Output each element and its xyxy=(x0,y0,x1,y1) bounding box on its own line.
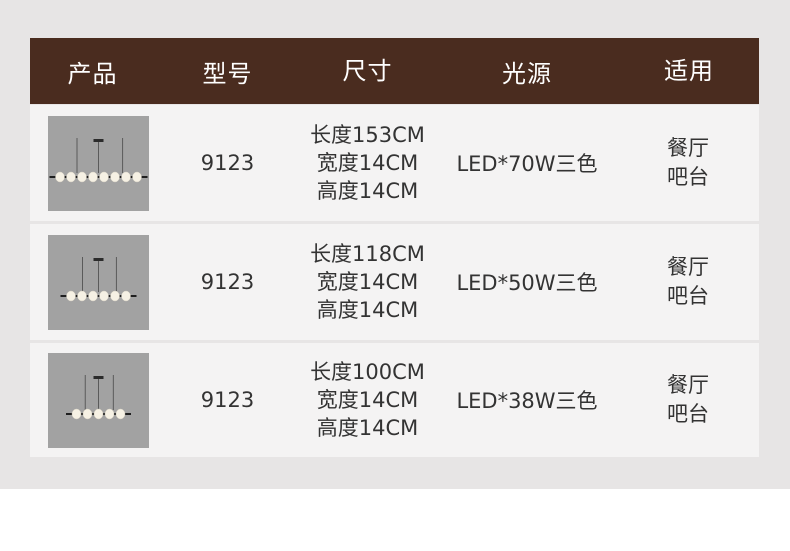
length-value: 长度153CM xyxy=(310,123,425,147)
model-cell: 9123 xyxy=(200,151,255,175)
length-value: 长度100CM xyxy=(310,360,425,384)
bulb xyxy=(71,408,82,419)
product-image xyxy=(48,234,149,330)
width-value: 宽度14CM xyxy=(316,388,419,412)
header-usage: 适用 xyxy=(664,56,714,85)
pendant-lamp-illustration xyxy=(66,374,131,419)
model-cell: 9123 xyxy=(200,270,255,294)
spec-table: 产品 型号 尺寸 光源 适用 9123 长度153CM 宽度14CM 高度14C… xyxy=(30,38,759,457)
height-value: 高度14CM xyxy=(316,298,419,322)
table-row: 9123 长度153CM 宽度14CM 高度14CM LED*70W三色 餐厅 … xyxy=(30,105,759,221)
usage-cell: 餐厅 吧台 xyxy=(619,253,759,311)
header-model: 型号 xyxy=(202,59,253,88)
bulb xyxy=(66,171,76,182)
bulb xyxy=(93,408,104,419)
product-image xyxy=(48,352,149,448)
bulb xyxy=(66,290,76,301)
bulb xyxy=(110,290,120,301)
usage-item: 餐厅 xyxy=(667,136,709,160)
light-source-cell: LED*38W三色 xyxy=(456,389,598,413)
table-row: 9123 长度100CM 宽度14CM 高度14CM LED*38W三色 餐厅 … xyxy=(30,343,759,457)
product-image xyxy=(48,115,149,211)
height-value: 高度14CM xyxy=(316,179,419,203)
width-value: 宽度14CM xyxy=(316,270,419,294)
length-value: 长度118CM xyxy=(310,242,425,266)
usage-item: 餐厅 xyxy=(667,255,709,279)
product-cell xyxy=(30,115,155,211)
bulb xyxy=(82,408,93,419)
product-cell xyxy=(30,352,155,448)
bulb xyxy=(132,171,142,182)
usage-cell: 餐厅 吧台 xyxy=(619,134,759,192)
bulb xyxy=(77,171,87,182)
header-product: 产品 xyxy=(67,59,118,88)
light-source-cell: LED*50W三色 xyxy=(456,271,598,295)
table-header: 产品 型号 尺寸 光源 适用 xyxy=(30,38,759,104)
usage-cell: 餐厅 吧台 xyxy=(619,371,759,429)
header-size: 尺寸 xyxy=(342,57,393,85)
bulb xyxy=(104,408,115,419)
light-source-cell: LED*70W三色 xyxy=(456,152,598,176)
pendant-lamp-illustration xyxy=(49,137,148,182)
bulb xyxy=(99,290,109,301)
bulb xyxy=(55,171,65,182)
table-row: 9123 长度118CM 宽度14CM 高度14CM LED*50W三色 餐厅 … xyxy=(30,224,759,340)
bulb xyxy=(77,290,87,301)
pendant-lamp-illustration xyxy=(60,256,137,301)
usage-item: 吧台 xyxy=(667,402,709,426)
size-cell: 长度100CM 宽度14CM 高度14CM xyxy=(300,358,435,442)
product-cell xyxy=(30,234,155,330)
size-cell: 长度153CM 宽度14CM 高度14CM xyxy=(300,121,435,205)
bulb xyxy=(88,171,98,182)
width-value: 宽度14CM xyxy=(316,151,419,175)
header-light-source: 光源 xyxy=(502,59,552,88)
bulb xyxy=(115,408,126,419)
height-value: 高度14CM xyxy=(316,416,419,440)
bulb xyxy=(121,171,131,182)
usage-item: 餐厅 xyxy=(667,373,709,397)
bulb xyxy=(99,171,109,182)
bulb xyxy=(88,290,98,301)
bulb xyxy=(121,290,131,301)
bulb xyxy=(110,171,120,182)
usage-item: 吧台 xyxy=(667,165,709,189)
model-cell: 9123 xyxy=(200,388,255,412)
size-cell: 长度118CM 宽度14CM 高度14CM xyxy=(300,240,435,324)
usage-item: 吧台 xyxy=(667,284,709,308)
